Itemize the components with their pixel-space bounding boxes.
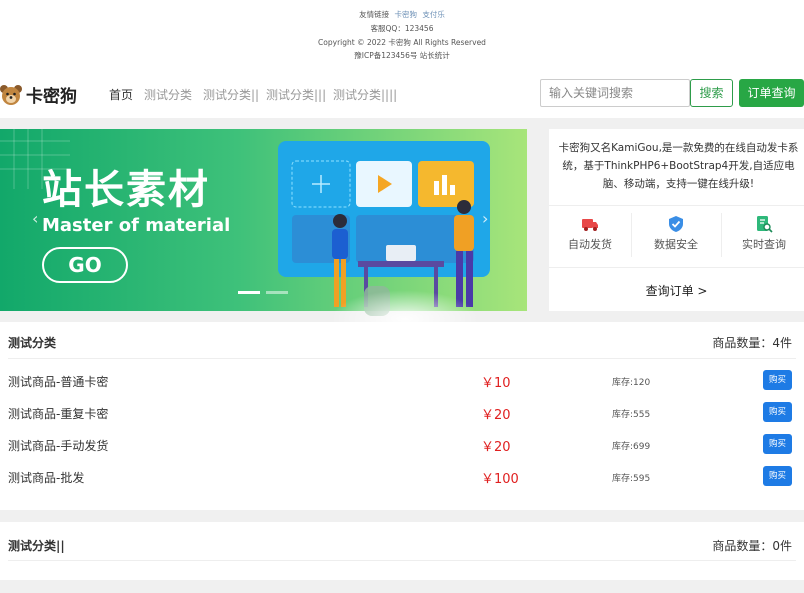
truck-icon	[582, 219, 598, 231]
feature-label: 实时查询	[742, 238, 786, 251]
dog-logo-icon	[0, 84, 22, 105]
product-row: 测试商品-普通卡密 ￥10 库存:120 购买	[0, 364, 804, 396]
divider	[549, 267, 804, 268]
order-query-button[interactable]: 订单查询	[739, 79, 804, 107]
shield-check-icon	[669, 216, 683, 232]
product-count: 商品数量：4件	[712, 336, 792, 350]
qq-info: 客服QQ：123456	[370, 24, 434, 33]
divider	[549, 205, 804, 206]
carousel-next-icon[interactable]: ›	[482, 209, 488, 228]
nav-item-category-3[interactable]: 测试分类|||	[266, 86, 326, 103]
buy-button[interactable]: 购买	[763, 370, 792, 390]
info-card: 卡密狗又名KamiGou,是一款免费的在线自动发卡系统，基于ThinkPHP6+…	[549, 129, 804, 311]
product-stock: 库存:120	[612, 378, 651, 388]
product-price: ￥100	[481, 472, 519, 487]
product-price: ￥20	[481, 440, 511, 455]
product-stock: 库存:555	[612, 410, 651, 420]
buy-button[interactable]: 购买	[763, 434, 792, 454]
carousel-dot[interactable]	[266, 291, 288, 294]
product-price: ￥20	[481, 408, 511, 423]
nav-item-home[interactable]: 首页	[109, 86, 133, 103]
product-stock: 库存:595	[612, 474, 651, 484]
divider	[721, 213, 722, 257]
search-button[interactable]: 搜索	[690, 79, 733, 107]
carousel-indicators	[238, 291, 288, 294]
site-footer-info: 友情链接 卡密狗 支付乐 客服QQ：123456 Copyright © 202…	[0, 0, 804, 70]
buy-button[interactable]: 购买	[763, 402, 792, 422]
search-input[interactable]: 输入关键词搜索	[540, 79, 690, 107]
category-title: 测试分类	[8, 336, 57, 350]
product-stock: 库存:699	[612, 442, 651, 452]
carousel-prev-icon[interactable]: ‹	[32, 209, 38, 228]
category-panel-2: 测试分类|| 商品数量：0件	[0, 522, 804, 580]
product-name[interactable]: 测试商品-手动发货	[8, 437, 108, 454]
banner-go-button[interactable]: GO	[42, 247, 128, 283]
logo[interactable]: 卡密狗	[0, 82, 77, 107]
nav-item-category-4[interactable]: 测试分类||||	[333, 86, 397, 103]
friend-links-label: 友情链接	[359, 10, 390, 19]
nav-item-category-1[interactable]: 测试分类	[144, 86, 192, 103]
product-name[interactable]: 测试商品-重复卡密	[8, 405, 108, 422]
banner-subtitle: Master of material	[42, 215, 231, 236]
category-title: 测试分类||	[8, 539, 65, 553]
product-count: 商品数量：0件	[712, 539, 792, 553]
product-name[interactable]: 测试商品-批发	[8, 469, 84, 486]
icp-info: 豫ICP备123456号 站长统计	[354, 51, 450, 60]
document-search-icon	[757, 216, 773, 233]
banner-title: 站长素材	[42, 167, 210, 213]
friend-link-zhifule[interactable]: 支付乐	[422, 10, 445, 19]
product-name[interactable]: 测试商品-普通卡密	[8, 373, 108, 390]
feature-auto-delivery: 自动发货	[549, 215, 631, 252]
feature-realtime-query: 实时查询	[723, 215, 804, 252]
category-panel-1: 测试分类 商品数量：4件 测试商品-普通卡密 ￥10 库存:120 购买 测试商…	[0, 322, 804, 510]
feature-label: 数据安全	[654, 238, 698, 251]
nav-item-category-2[interactable]: 测试分类||	[203, 86, 259, 103]
site-description: 卡密狗又名KamiGou,是一款免费的在线自动发卡系统，基于ThinkPHP6+…	[558, 142, 799, 190]
navbar: 卡密狗 首页 测试分类 测试分类|| 测试分类||| 测试分类|||| 输入关键…	[0, 70, 804, 118]
feature-label: 自动发货	[568, 238, 612, 251]
banner-carousel[interactable]: 站长素材 Master of material GO ‹ ›	[0, 129, 527, 311]
banner-illustration	[278, 141, 490, 307]
query-order-link[interactable]: 查询订单 >	[549, 282, 804, 299]
copyright: Copyright © 2022 卡密狗 All Rights Reserved	[318, 38, 486, 47]
product-row: 测试商品-重复卡密 ￥20 库存:555 购买	[0, 396, 804, 428]
friend-links: 友情链接 卡密狗 支付乐	[0, 10, 804, 20]
product-price: ￥10	[481, 376, 511, 391]
feature-data-security: 数据安全	[635, 215, 717, 252]
product-row: 测试商品-批发 ￥100 库存:595 购买	[0, 460, 804, 492]
friend-link-kamigou[interactable]: 卡密狗	[395, 10, 418, 19]
divider	[8, 358, 796, 359]
logo-text: 卡密狗	[26, 87, 77, 107]
carousel-dot-active[interactable]	[238, 291, 260, 294]
product-row: 测试商品-手动发货 ￥20 库存:699 购买	[0, 428, 804, 460]
buy-button[interactable]: 购买	[763, 466, 792, 486]
divider	[8, 560, 796, 561]
divider	[631, 213, 632, 257]
